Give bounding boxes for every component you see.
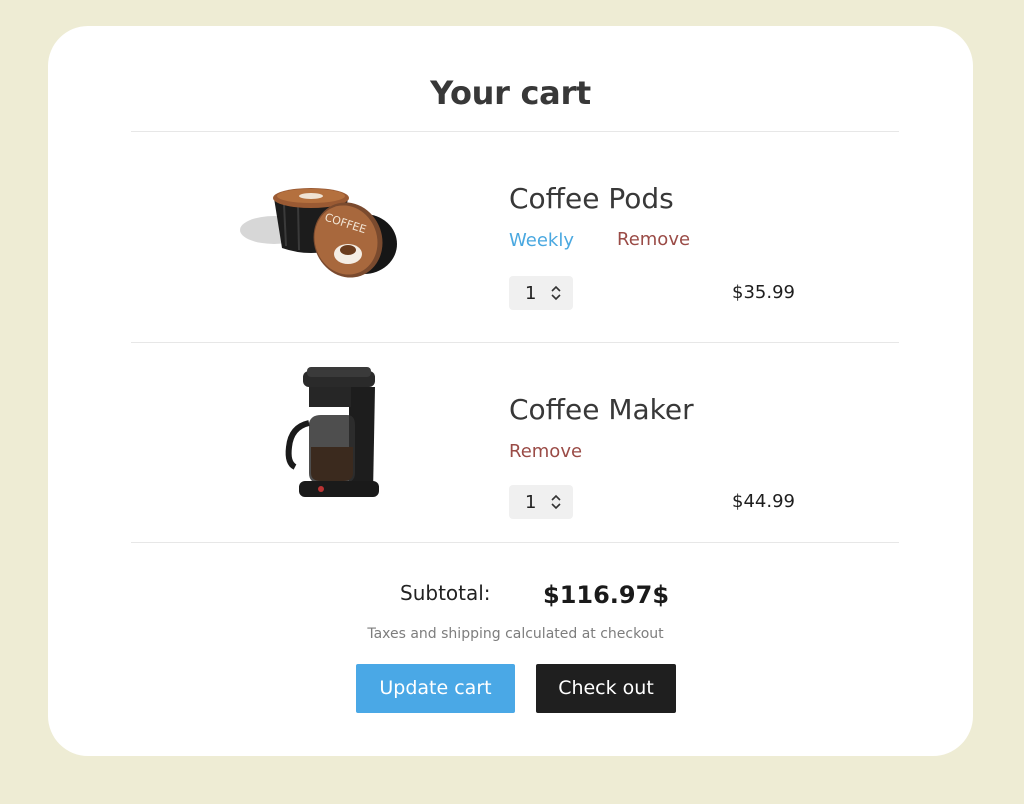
cart-item-coffee-maker: Coffee Maker Remove 1 $44.99 [131, 343, 899, 543]
subtotal-label: Subtotal: [400, 581, 491, 605]
quantity-value: 1 [525, 283, 537, 304]
cart-card: Your cart COFFEE Coffee Pods Weekly Remo… [48, 26, 973, 756]
subtotal-value: $116.97$ [543, 581, 670, 609]
cart-item-coffee-pods: COFFEE Coffee Pods Weekly Remove 1 $35.9… [131, 132, 899, 332]
frequency-link[interactable]: Weekly [509, 230, 574, 251]
item-name: Coffee Maker [509, 393, 694, 426]
divider [131, 542, 899, 543]
checkout-button[interactable]: Check out [536, 664, 676, 713]
remove-link[interactable]: Remove [509, 441, 582, 462]
item-name: Coffee Pods [509, 182, 674, 215]
coffee-pods-image: COFFEE [240, 188, 397, 278]
coffee-maker-image [285, 367, 379, 497]
remove-link[interactable]: Remove [617, 229, 690, 250]
quantity-stepper[interactable]: 1 [509, 276, 573, 310]
item-price: $35.99 [732, 282, 795, 303]
stepper-arrows-icon[interactable] [550, 493, 562, 511]
quantity-value: 1 [525, 492, 537, 513]
stepper-arrows-icon[interactable] [550, 284, 562, 302]
quantity-stepper[interactable]: 1 [509, 485, 573, 519]
page-title: Your cart [430, 74, 591, 112]
update-cart-button[interactable]: Update cart [356, 664, 515, 713]
tax-note: Taxes and shipping calculated at checkou… [367, 626, 664, 642]
item-price: $44.99 [732, 491, 795, 512]
